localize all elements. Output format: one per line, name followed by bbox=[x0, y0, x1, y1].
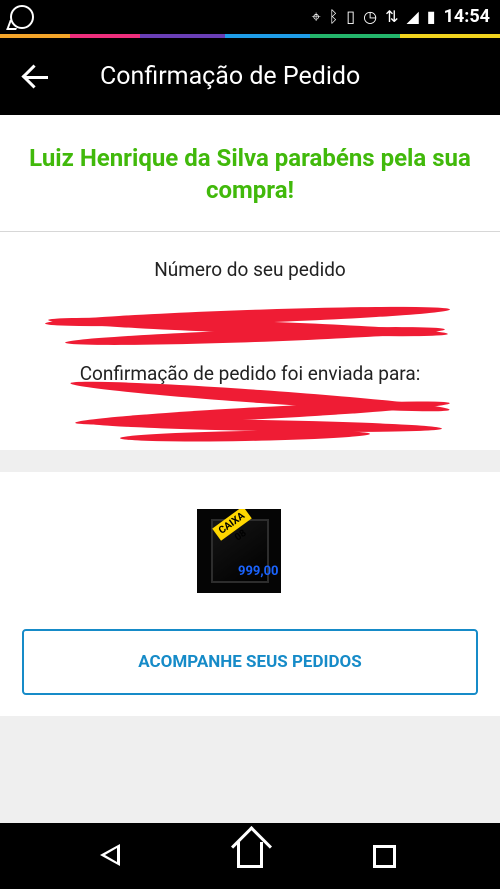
battery-icon: ▮ bbox=[426, 7, 436, 26]
back-arrow-icon[interactable] bbox=[22, 62, 52, 92]
status-icons: ⌖ ᛒ ▯ ◷ ⇅ ◢ ▮ 14:54 bbox=[312, 6, 490, 27]
navigation-bar bbox=[0, 823, 500, 889]
app-bar: Confirmação de Pedido bbox=[0, 38, 500, 115]
status-time: 14:54 bbox=[443, 6, 490, 27]
location-icon: ⌖ bbox=[311, 6, 321, 26]
whatsapp-icon bbox=[10, 5, 34, 29]
congratulations-message: Luiz Henrique da Silva parabéns pela sua… bbox=[29, 144, 471, 204]
product-price: 999,00 bbox=[238, 564, 279, 579]
page-title: Confirmação de Pedido bbox=[100, 62, 361, 91]
bluetooth-icon: ᛒ bbox=[328, 7, 339, 26]
nav-back-icon[interactable] bbox=[100, 844, 120, 866]
network-icon: ⇅ bbox=[385, 7, 399, 26]
product-image: CAIXA 08 999,00 bbox=[197, 509, 281, 593]
nav-recent-apps-icon[interactable] bbox=[373, 845, 396, 868]
signal-icon: ◢ bbox=[406, 7, 419, 26]
alarm-icon: ◷ bbox=[363, 7, 378, 26]
product-box-label: CAIXA 08 bbox=[212, 509, 252, 543]
status-bar: ⌖ ᛒ ▯ ◷ ⇅ ◢ ▮ 14:54 bbox=[0, 0, 500, 35]
section-divider bbox=[0, 231, 500, 232]
nav-home-icon[interactable] bbox=[237, 842, 263, 868]
track-orders-button[interactable]: ACOMPANHE SEUS PEDIDOS bbox=[22, 629, 478, 695]
product-box: CAIXA 08 999,00 bbox=[211, 509, 279, 583]
order-number-label: Número do seu pedido bbox=[154, 258, 346, 281]
vibrate-icon: ▯ bbox=[346, 7, 356, 26]
